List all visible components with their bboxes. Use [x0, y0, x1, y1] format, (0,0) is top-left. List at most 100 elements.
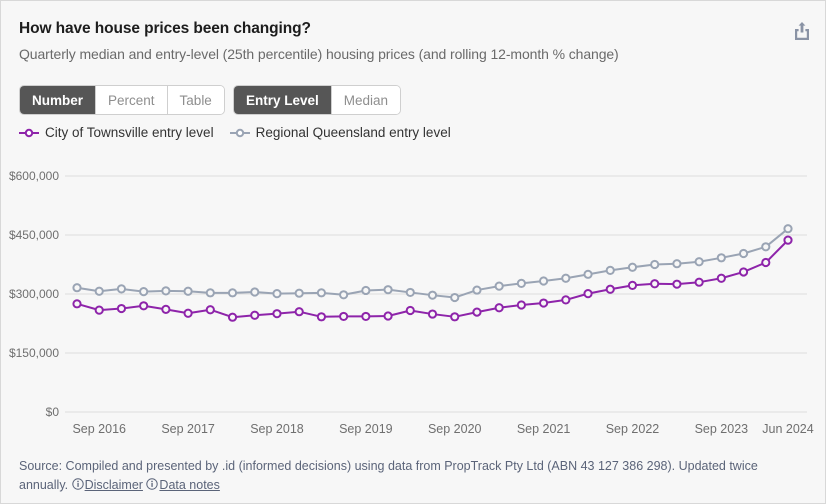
x-axis-tick-label: Sep 2020	[428, 422, 482, 436]
city-of-townsville-point[interactable]	[116, 303, 127, 314]
city-of-townsville-point[interactable]	[227, 312, 238, 322]
city-of-townsville-point[interactable]	[139, 301, 149, 311]
city-of-townsville-point[interactable]	[205, 305, 215, 315]
city-of-townsville-point[interactable]	[183, 308, 193, 318]
x-axis-tick-label: Sep 2021	[517, 422, 571, 436]
city-of-townsville-point[interactable]	[761, 257, 771, 268]
regional-queensland-point[interactable]	[538, 276, 549, 286]
regional-queensland-point[interactable]	[116, 284, 127, 294]
city-of-townsville-point[interactable]	[339, 311, 349, 322]
format-toggle-group[interactable]: Number Percent Table	[19, 85, 225, 115]
city-of-townsville-point[interactable]	[72, 299, 82, 309]
x-axis-tick-label: Sep 2019	[339, 422, 393, 436]
legend-item-regional-qld[interactable]: Regional Queensland entry level	[229, 125, 451, 140]
chart-y-axis-labels: $0 $150,000 $300,000 $450,000 $600,000	[9, 169, 59, 419]
city-of-townsville-point[interactable]	[472, 307, 482, 317]
disclaimer-link[interactable]: Disclaimer	[85, 478, 143, 492]
city-of-townsville-point[interactable]	[316, 312, 327, 322]
legend-label-regional-qld: Regional Queensland entry level	[255, 125, 451, 140]
house-prices-chart-card: How have house prices been changing? Qua…	[0, 0, 826, 504]
regional-queensland-point[interactable]	[561, 273, 571, 283]
info-circle-icon	[71, 477, 84, 496]
city-of-townsville-point[interactable]	[627, 280, 638, 290]
city-of-townsville-point[interactable]	[650, 279, 660, 289]
measure-toggle-group[interactable]: Entry Level Median	[233, 85, 402, 115]
regional-queensland-point[interactable]	[339, 290, 349, 300]
regional-queensland-point[interactable]	[694, 257, 704, 267]
city-of-townsville-point[interactable]	[94, 305, 104, 315]
regional-queensland-point[interactable]	[205, 288, 215, 298]
regional-queensland-point[interactable]	[272, 289, 282, 299]
regional-queensland-point[interactable]	[161, 286, 171, 296]
regional-queensland-point[interactable]	[605, 265, 615, 276]
line-chart-plot: $0 $150,000 $300,000 $450,000 $600,000 Sep 2…	[9, 169, 814, 436]
format-option-number[interactable]: Number	[20, 86, 97, 114]
regional-queensland-point[interactable]	[294, 288, 304, 298]
share-export-icon[interactable]	[791, 19, 813, 43]
regional-queensland-point[interactable]	[672, 259, 682, 269]
regional-queensland-point[interactable]	[72, 283, 82, 293]
regional-queensland-point[interactable]	[627, 262, 638, 272]
regional-queensland-point[interactable]	[139, 287, 149, 297]
info-circle-icon	[146, 477, 159, 496]
city-of-townsville-point[interactable]	[450, 312, 460, 322]
regional-queensland-point[interactable]	[250, 287, 260, 297]
city-of-townsville-point[interactable]	[561, 295, 571, 305]
page-title: How have house prices been changing?	[19, 20, 311, 37]
measure-option-entry-level[interactable]: Entry Level	[234, 86, 332, 114]
x-axis-tick-label: Jun 2024	[762, 422, 813, 436]
city-of-townsville-point[interactable]	[738, 267, 749, 277]
regional-queensland-point[interactable]	[405, 287, 415, 298]
regional-queensland-point[interactable]	[494, 281, 504, 291]
x-axis-tick-label: Sep 2016	[72, 422, 126, 436]
regional-queensland-point[interactable]	[761, 242, 771, 252]
chart-legend: City of Townsville entry level Regional …	[19, 125, 451, 140]
chart-footer-source: Source: Compiled and presented by .id (i…	[19, 457, 807, 497]
regional-queensland-point[interactable]	[716, 253, 726, 263]
regional-queensland-point[interactable]	[516, 278, 526, 288]
regional-queensland-point[interactable]	[583, 269, 593, 279]
city-of-townsville-point[interactable]	[716, 273, 726, 283]
city-of-townsville-point[interactable]	[250, 310, 260, 320]
format-option-percent[interactable]: Percent	[96, 86, 168, 114]
regional-queensland-point[interactable]	[472, 285, 482, 295]
city-of-townsville-point[interactable]	[672, 279, 682, 289]
regional-queensland-point[interactable]	[227, 288, 238, 298]
x-axis-tick-label: Sep 2023	[695, 422, 749, 436]
city-of-townsville-point[interactable]	[583, 289, 593, 299]
regional-queensland-point[interactable]	[427, 290, 438, 300]
regional-queensland-point[interactable]	[316, 288, 327, 298]
y-axis-tick-label: $450,000	[9, 228, 59, 242]
city-of-townsville-point[interactable]	[605, 284, 615, 294]
data-notes-link[interactable]: Data notes	[159, 478, 219, 492]
chart-x-axis-labels: Sep 2016 Sep 2017 Sep 2018 Sep 2019 Sep 2020…	[72, 422, 813, 436]
city-of-townsville-point[interactable]	[783, 235, 793, 245]
city-of-townsville-point[interactable]	[538, 298, 549, 308]
regional-queensland-point[interactable]	[650, 259, 660, 270]
legend-marker-icon	[229, 128, 250, 137]
city-of-townsville-point[interactable]	[383, 311, 393, 321]
city-of-townsville-point[interactable]	[361, 311, 371, 322]
regional-queensland-point[interactable]	[738, 248, 749, 259]
regional-queensland-point[interactable]	[783, 224, 793, 234]
city-of-townsville-point[interactable]	[694, 277, 704, 287]
city-of-townsville-point[interactable]	[272, 309, 282, 319]
x-axis-tick-label: Sep 2017	[161, 422, 215, 436]
city-of-townsville-point[interactable]	[294, 307, 304, 317]
regional-queensland-point[interactable]	[94, 286, 104, 296]
legend-item-townsville[interactable]: City of Townsville entry level	[19, 125, 214, 140]
city-of-townsville-point[interactable]	[427, 309, 438, 319]
y-axis-tick-label: $150,000	[9, 346, 59, 360]
city-of-townsville-point[interactable]	[405, 305, 415, 316]
regional-queensland-point[interactable]	[183, 286, 193, 296]
legend-marker-icon	[19, 128, 39, 137]
regional-queensland-point[interactable]	[383, 285, 393, 295]
y-axis-tick-label: $300,000	[9, 287, 59, 301]
regional-queensland-point[interactable]	[361, 285, 371, 296]
format-option-table[interactable]: Table	[167, 86, 224, 114]
city-of-townsville-point[interactable]	[161, 304, 171, 314]
city-of-townsville-point[interactable]	[494, 303, 504, 313]
city-of-townsville-point[interactable]	[516, 300, 526, 310]
regional-queensland-point[interactable]	[450, 292, 460, 303]
measure-option-median[interactable]: Median	[331, 86, 401, 114]
